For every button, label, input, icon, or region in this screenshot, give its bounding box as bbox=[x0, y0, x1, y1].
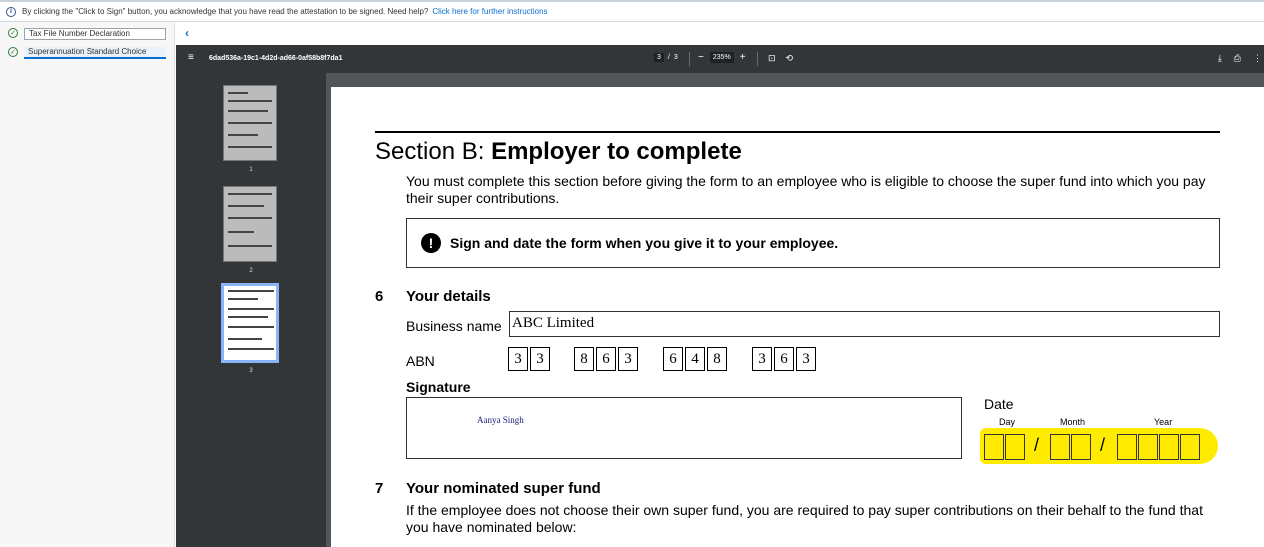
date-year-box[interactable] bbox=[1138, 434, 1158, 460]
abn-digit[interactable]: 6 bbox=[596, 347, 616, 371]
abn-digit[interactable]: 3 bbox=[618, 347, 638, 371]
info-bar: i By clicking the "Click to Sign" button… bbox=[0, 0, 1264, 22]
question-text: If the employee does not choose their ow… bbox=[406, 502, 1203, 535]
toolbar-divider bbox=[757, 52, 758, 66]
date-separator: / bbox=[1034, 435, 1040, 455]
thumbnail-panel: 1 2 3 bbox=[176, 73, 326, 547]
sidebar-item-superannuation[interactable]: ✓ Superannuation Standard Choice bbox=[0, 45, 174, 60]
sidebar-item-tax-file-number[interactable]: ✓ Tax File Number Declaration bbox=[0, 26, 174, 41]
date-separator: / bbox=[1100, 435, 1106, 455]
pdf-page: Section B: Employer to complete You must… bbox=[331, 87, 1264, 547]
thumbnail-number: 2 bbox=[249, 268, 253, 274]
section-intro: You must complete this section before gi… bbox=[406, 173, 1206, 206]
view-controls: ⊡ ⟲ bbox=[768, 53, 793, 64]
notice-box: ! Sign and date the form when you give i… bbox=[406, 218, 1220, 268]
abn-digit[interactable]: 8 bbox=[707, 347, 727, 371]
signature-label: Signature bbox=[406, 379, 471, 395]
thumbnail-number: 3 bbox=[249, 368, 253, 374]
thumbnail-number: 1 bbox=[249, 167, 253, 173]
rotate-icon[interactable]: ⟲ bbox=[786, 53, 794, 64]
question-title: Your nominated super fund bbox=[406, 480, 601, 497]
abn-digit[interactable]: 6 bbox=[774, 347, 794, 371]
business-name-field[interactable]: ABC Limited bbox=[509, 311, 1220, 337]
page-separator: / bbox=[667, 54, 670, 61]
toolbar-divider bbox=[689, 52, 690, 66]
pdf-viewer: ≡ 6dad536a-19c1-4d2d-ad66-0af58b8f7da1 3… bbox=[176, 45, 1264, 547]
page-indicator: 3 / 3 bbox=[654, 53, 678, 62]
zoom-out-button[interactable]: − bbox=[698, 52, 704, 63]
menu-icon[interactable]: ≡ bbox=[188, 53, 194, 63]
app-root: i By clicking the "Click to Sign" button… bbox=[0, 0, 1264, 547]
page-thumbnail-2[interactable] bbox=[223, 186, 277, 262]
page-thumbnail-3[interactable] bbox=[221, 283, 279, 363]
zoom-controls: − 235% + bbox=[698, 52, 746, 63]
year-label: Year bbox=[1154, 417, 1173, 427]
date-month-box[interactable] bbox=[1071, 434, 1091, 460]
abn-digit[interactable]: 3 bbox=[796, 347, 816, 371]
toolbar-actions: ⤓ ⎙ ⋮ bbox=[1218, 53, 1262, 64]
info-icon: i bbox=[6, 6, 16, 17]
date-year-box[interactable] bbox=[1180, 434, 1200, 460]
section-prefix: Section B: bbox=[375, 138, 492, 165]
document-list-sidebar: ✓ Tax File Number Declaration ✓ Superann… bbox=[0, 22, 175, 547]
day-label: Day bbox=[999, 417, 1016, 427]
abn-digit[interactable]: 4 bbox=[685, 347, 705, 371]
nav-row: ‹ bbox=[176, 22, 1264, 45]
date-month-box[interactable] bbox=[1050, 434, 1070, 460]
date-day-box[interactable] bbox=[1005, 434, 1025, 460]
total-pages: 3 bbox=[673, 54, 678, 61]
abn-group-1: 3 3 bbox=[508, 347, 550, 371]
chevron-left-icon[interactable]: ‹ bbox=[185, 26, 189, 40]
signature-value: Aanya Singh bbox=[477, 415, 524, 425]
page-thumbnail-1[interactable] bbox=[223, 85, 277, 161]
question-number: 7 bbox=[375, 480, 384, 497]
abn-digit[interactable]: 3 bbox=[530, 347, 550, 371]
question-number: 6 bbox=[375, 288, 384, 305]
date-day-box[interactable] bbox=[984, 434, 1004, 460]
abn-digit[interactable]: 3 bbox=[508, 347, 528, 371]
sidebar-item-label: Tax File Number Declaration bbox=[24, 27, 166, 40]
abn-digit[interactable]: 8 bbox=[574, 347, 594, 371]
sidebar-item-label: Superannuation Standard Choice bbox=[24, 46, 166, 59]
date-label: Date bbox=[984, 396, 1014, 412]
fit-page-icon[interactable]: ⊡ bbox=[768, 53, 776, 64]
business-name-label: Business name bbox=[406, 318, 502, 334]
date-year-box[interactable] bbox=[1117, 434, 1137, 460]
document-title: 6dad536a-19c1-4d2d-ad66-0af58b8f7da1 bbox=[209, 55, 343, 62]
more-options-icon[interactable]: ⋮ bbox=[1253, 53, 1262, 64]
page-number-input[interactable]: 3 bbox=[654, 53, 664, 62]
help-link[interactable]: Click here for further instructions bbox=[432, 7, 547, 16]
abn-group-2: 8 6 3 bbox=[574, 347, 638, 371]
section-heading: Employer to complete bbox=[491, 138, 742, 165]
zoom-in-button[interactable]: + bbox=[740, 52, 746, 63]
date-year-box[interactable] bbox=[1159, 434, 1179, 460]
abn-label: ABN bbox=[406, 353, 435, 369]
notice-text: Sign and date the form when you give it … bbox=[450, 235, 839, 251]
abn-group-4: 3 6 3 bbox=[752, 347, 816, 371]
check-circle-icon: ✓ bbox=[8, 28, 18, 38]
info-message: By clicking the "Click to Sign" button, … bbox=[22, 7, 429, 16]
abn-digit[interactable]: 6 bbox=[663, 347, 683, 371]
abn-digit[interactable]: 3 bbox=[752, 347, 772, 371]
abn-group-3: 6 4 8 bbox=[663, 347, 727, 371]
zoom-level-input[interactable]: 235% bbox=[709, 52, 734, 63]
print-icon[interactable]: ⎙ bbox=[1234, 53, 1241, 64]
download-icon[interactable]: ⤓ bbox=[1218, 53, 1222, 64]
pdf-toolbar: ≡ 6dad536a-19c1-4d2d-ad66-0af58b8f7da1 3… bbox=[176, 45, 1264, 73]
exclamation-icon: ! bbox=[421, 233, 441, 253]
check-circle-icon: ✓ bbox=[8, 47, 18, 57]
section-rule bbox=[375, 131, 1220, 133]
month-label: Month bbox=[1060, 417, 1086, 427]
question-title: Your details bbox=[406, 288, 491, 305]
signature-field[interactable]: Aanya Singh bbox=[406, 397, 962, 459]
section-title: Section B: Employer to complete bbox=[375, 138, 742, 166]
